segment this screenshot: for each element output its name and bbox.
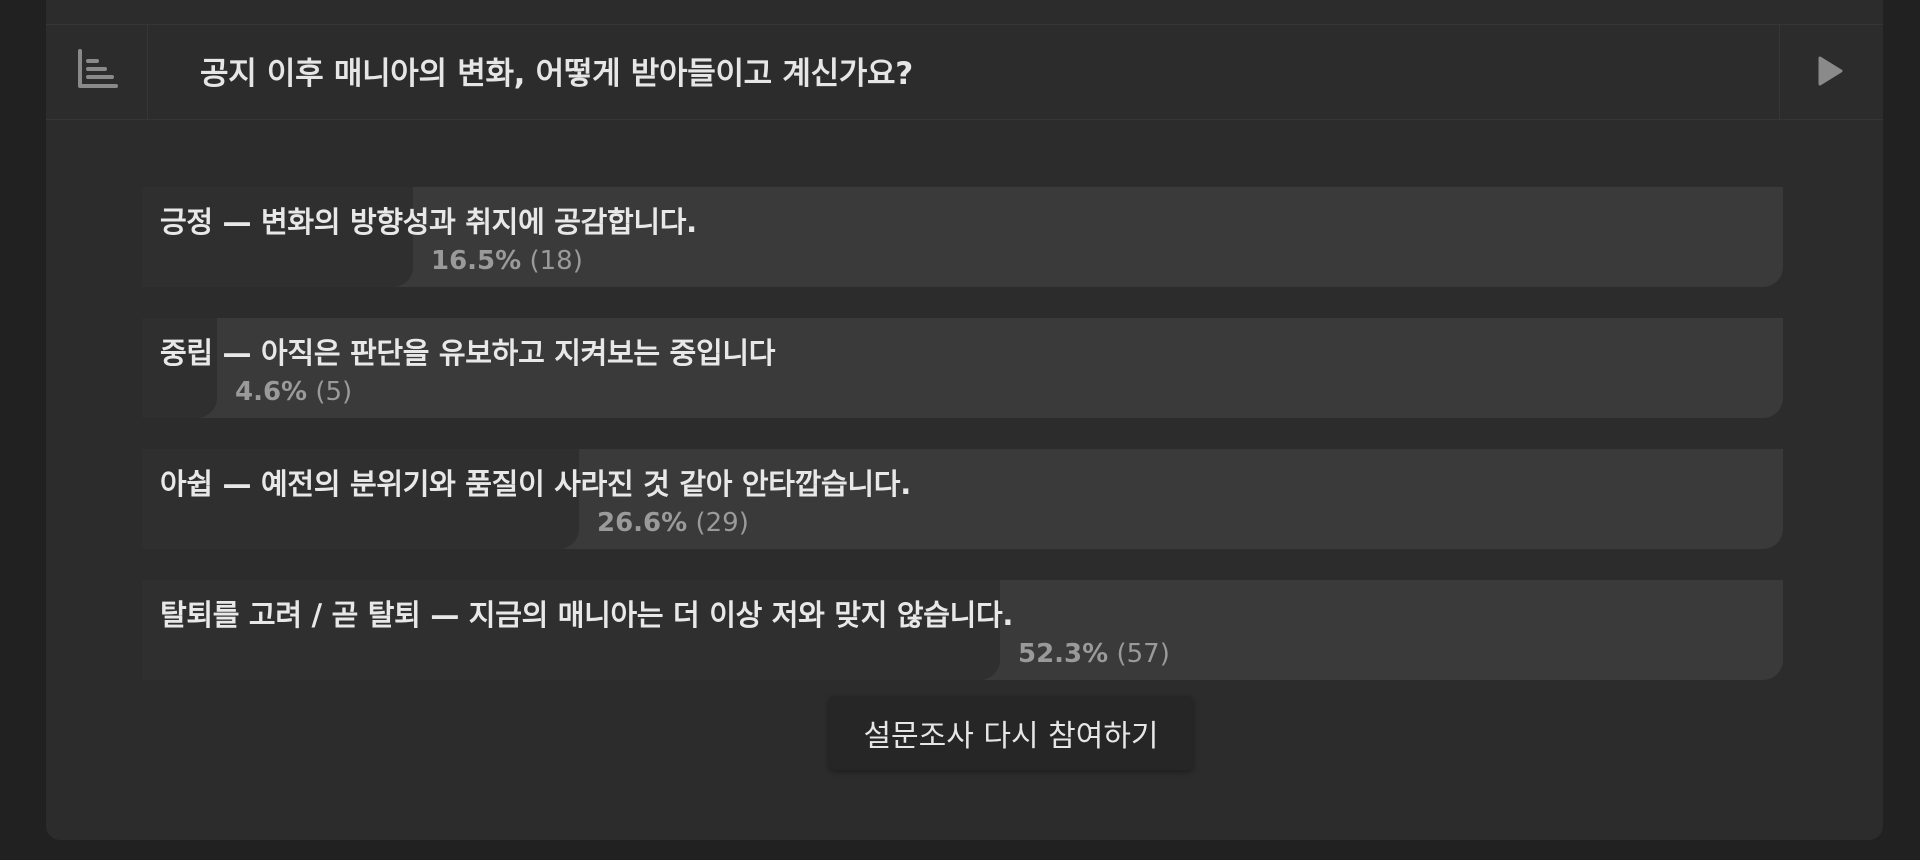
option-percent: 16.5% [431,246,522,276]
option-result: 52.3% (57) [1018,639,1170,669]
option-result: 4.6% (5) [235,377,352,407]
option-count: (5) [315,377,353,407]
option-percent: 52.3% [1018,639,1109,669]
header-divider-left [147,25,148,119]
poll-header: 공지 이후 매니아의 변화, 어떻게 받아들이고 계신가요? [46,24,1883,120]
bar-chart-icon[interactable] [75,47,119,91]
poll-panel: 공지 이후 매니아의 변화, 어떻게 받아들이고 계신가요? 긍정 — 변화의 … [46,0,1883,840]
option-count: (57) [1116,639,1170,669]
poll-title: 공지 이후 매니아의 변화, 어떻게 받아들이고 계신가요? [200,56,913,92]
retake-survey-button[interactable]: 설문조사 다시 참여하기 [829,696,1193,770]
option-label: 탈퇴를 고려 / 곧 탈퇴 — 지금의 매니아는 더 이상 저와 맞지 않습니다… [160,598,1014,632]
option-label: 아쉽 — 예전의 분위기와 품질이 사라진 것 같아 안타깝습니다. [160,467,911,501]
option-result: 26.6% (29) [597,508,749,538]
poll-option[interactable]: 중립 — 아직은 판단을 유보하고 지켜보는 중입니다 4.6% (5) [142,318,1783,418]
poll-options: 긍정 — 변화의 방향성과 취지에 공감합니다. 16.5% (18) 중립 —… [142,187,1783,711]
option-percent: 26.6% [597,508,688,538]
poll-option[interactable]: 탈퇴를 고려 / 곧 탈퇴 — 지금의 매니아는 더 이상 저와 맞지 않습니다… [142,580,1783,680]
poll-option[interactable]: 아쉽 — 예전의 분위기와 품질이 사라진 것 같아 안타깝습니다. 26.6%… [142,449,1783,549]
option-result: 16.5% (18) [431,246,583,276]
option-count: (29) [695,508,749,538]
option-label: 긍정 — 변화의 방향성과 취지에 공감합니다. [160,205,697,239]
option-label: 중립 — 아직은 판단을 유보하고 지켜보는 중입니다 [160,336,776,370]
poll-option[interactable]: 긍정 — 변화의 방향성과 취지에 공감합니다. 16.5% (18) [142,187,1783,287]
header-divider-right [1779,25,1780,119]
option-percent: 4.6% [235,377,308,407]
play-icon[interactable] [1808,51,1848,91]
option-count: (18) [529,246,583,276]
